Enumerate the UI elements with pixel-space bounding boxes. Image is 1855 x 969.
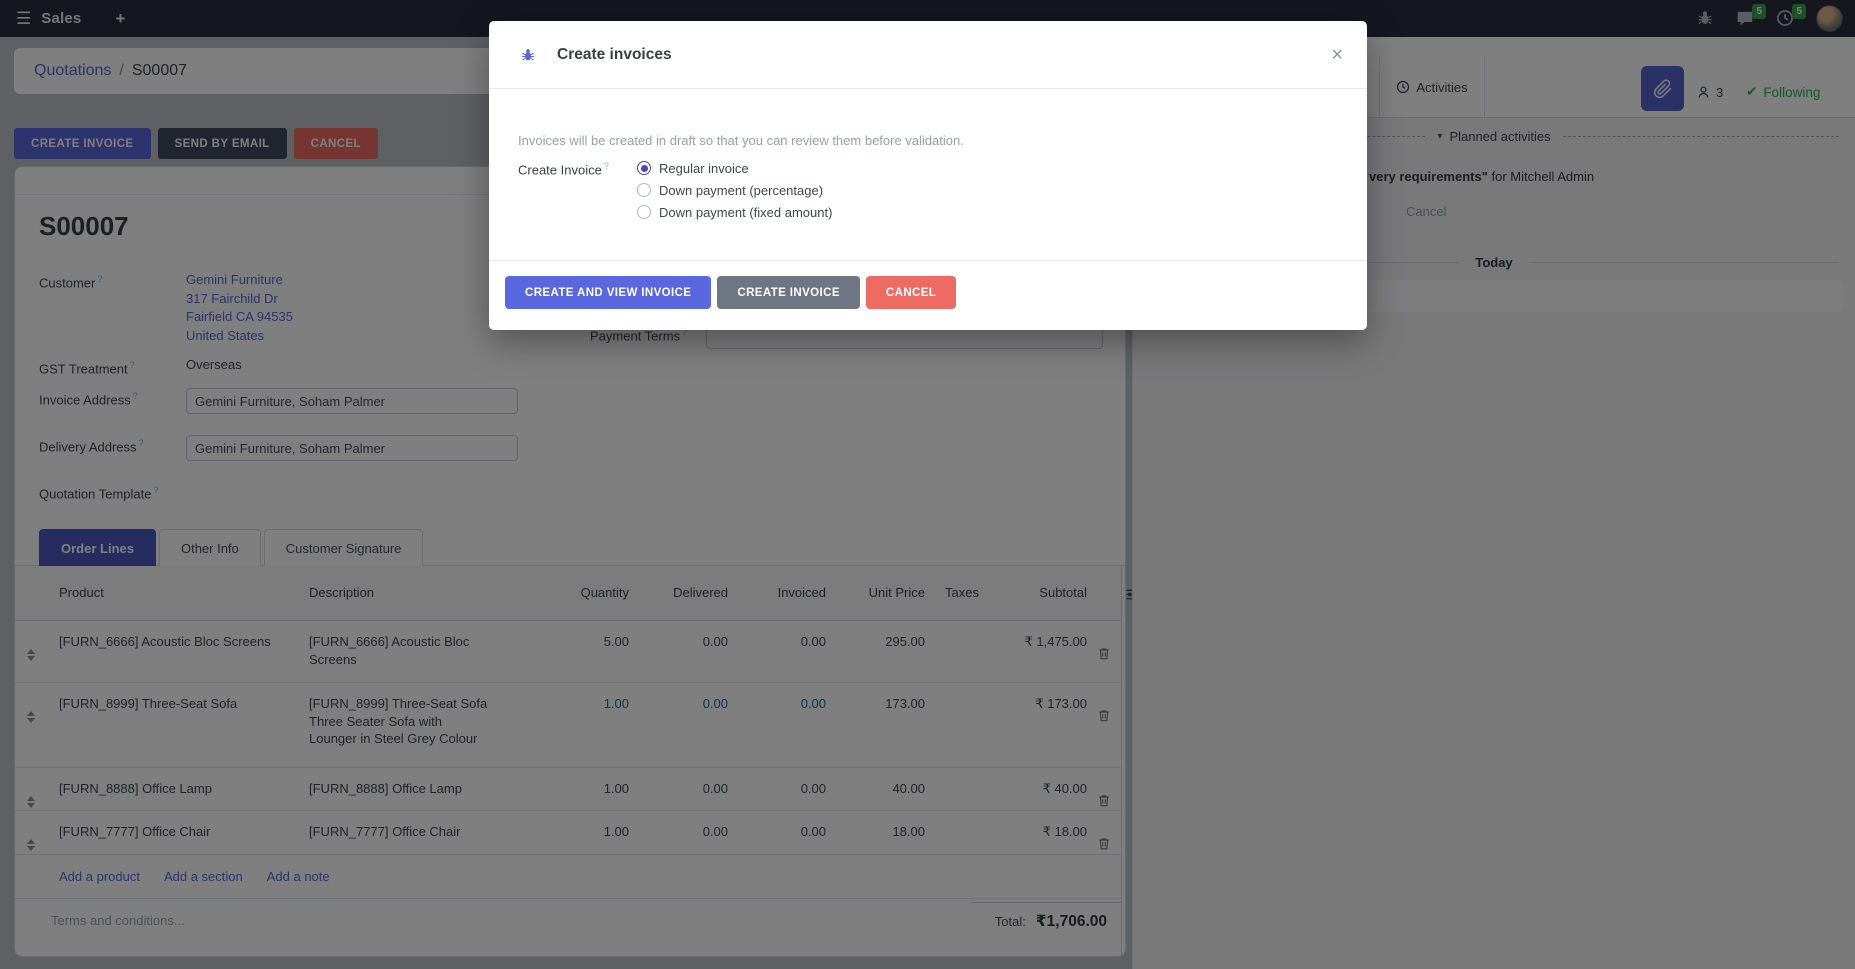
dialog-cancel-button[interactable]: CANCEL (866, 276, 956, 309)
option-regular-invoice[interactable]: Regular invoice (637, 159, 832, 177)
invoice-type-options: Regular invoice Down payment (percentage… (637, 159, 832, 221)
option-down-payment-percentage[interactable]: Down payment (percentage) (637, 181, 832, 199)
dialog-title: Create invoices (557, 46, 672, 64)
odoo-window: ☰ Sales + 5 5 Quotations / S00007 CREATE… (0, 0, 1855, 969)
dialog-footer: CREATE AND VIEW INVOICE CREATE INVOICE C… (489, 260, 1367, 330)
create-invoices-dialog: Create invoices × Invoices will be creat… (489, 21, 1367, 330)
create-invoice-confirm-button[interactable]: CREATE INVOICE (717, 276, 860, 309)
close-icon[interactable]: × (1323, 41, 1351, 69)
create-and-view-invoice-button[interactable]: CREATE AND VIEW INVOICE (505, 276, 711, 309)
radio-regular-invoice[interactable] (637, 161, 651, 175)
bug-icon (520, 47, 536, 63)
radio-down-payment-percentage[interactable] (637, 183, 651, 197)
create-invoice-field: Create Invoice? Regular invoice Down pay… (518, 159, 1338, 221)
dialog-header: Create invoices × (489, 21, 1367, 89)
dialog-body: Invoices will be created in draft so tha… (489, 89, 1367, 221)
create-invoice-field-label: Create Invoice? (518, 159, 637, 221)
help-mark: ? (604, 161, 609, 171)
radio-down-payment-fixed[interactable] (637, 205, 651, 219)
dialog-info-text: Invoices will be created in draft so tha… (518, 133, 1338, 148)
option-down-payment-fixed[interactable]: Down payment (fixed amount) (637, 203, 832, 221)
